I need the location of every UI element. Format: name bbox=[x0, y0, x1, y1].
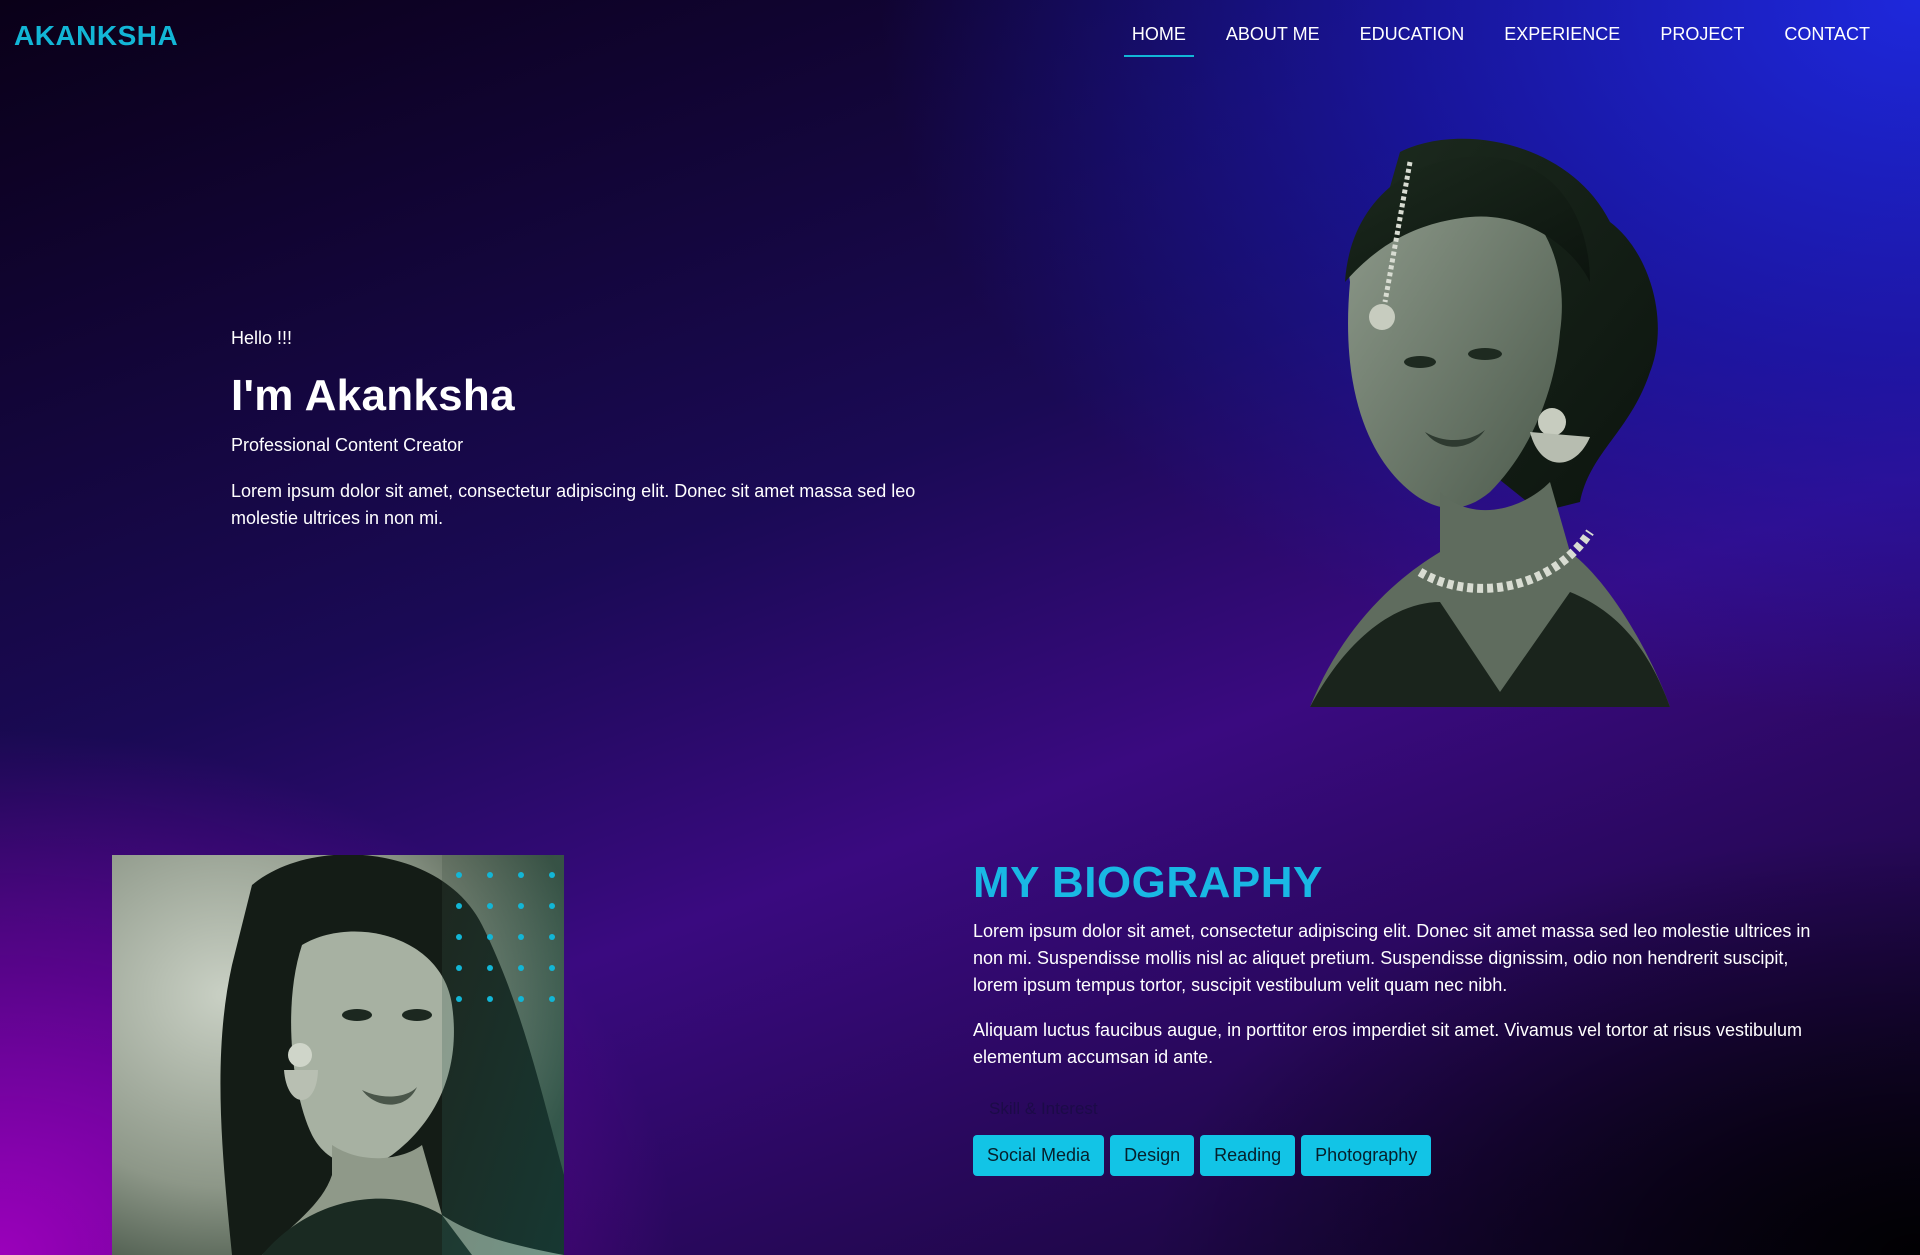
nav-item-experience[interactable]: EXPERIENCE bbox=[1484, 18, 1640, 59]
nav-item-project[interactable]: PROJECT bbox=[1640, 18, 1764, 59]
biography-paragraph-2: Aliquam luctus faucibus augue, in portti… bbox=[973, 1020, 1803, 1067]
hero-name: I'm Akanksha bbox=[231, 371, 515, 420]
biography-paragraph-1: Lorem ipsum dolor sit amet, consectetur … bbox=[973, 921, 1811, 995]
skill-chip-reading[interactable]: Reading bbox=[1200, 1135, 1296, 1176]
biography-title: MY BIOGRAPHY bbox=[973, 858, 1323, 907]
hero-section: Hello !!! I'm Akanksha Professional Cont… bbox=[231, 328, 951, 532]
top-navbar: AKANKSHA HOME ABOUT ME EDUCATION EXPERIE… bbox=[0, 0, 1920, 70]
site-logo[interactable]: AKANKSHA bbox=[14, 20, 178, 52]
biography-photo-image bbox=[112, 855, 564, 1255]
skill-chip-social-media[interactable]: Social Media bbox=[973, 1135, 1105, 1176]
nav-menu: HOME ABOUT ME EDUCATION EXPERIENCE PROJE… bbox=[1112, 18, 1890, 59]
nav-item-education[interactable]: EDUCATION bbox=[1340, 18, 1485, 59]
nav-item-contact[interactable]: CONTACT bbox=[1764, 18, 1890, 59]
skills-list: Social Media Design Reading Photography bbox=[973, 1135, 1823, 1176]
nav-item-home[interactable]: HOME bbox=[1112, 18, 1206, 59]
nav-item-about-me[interactable]: ABOUT ME bbox=[1206, 18, 1340, 59]
hero-greeting: Hello !!! bbox=[231, 328, 293, 348]
hero-role: Professional Content Creator bbox=[231, 435, 464, 455]
skill-chip-photography[interactable]: Photography bbox=[1301, 1135, 1432, 1176]
skills-label: Skill & Interest bbox=[989, 1099, 1098, 1118]
skill-chip-design[interactable]: Design bbox=[1110, 1135, 1195, 1176]
hero-intro: Lorem ipsum dolor sit amet, consectetur … bbox=[231, 481, 916, 528]
hero-portrait-image bbox=[1310, 138, 1670, 707]
biography-section: MY BIOGRAPHY Lorem ipsum dolor sit amet,… bbox=[973, 858, 1823, 1176]
